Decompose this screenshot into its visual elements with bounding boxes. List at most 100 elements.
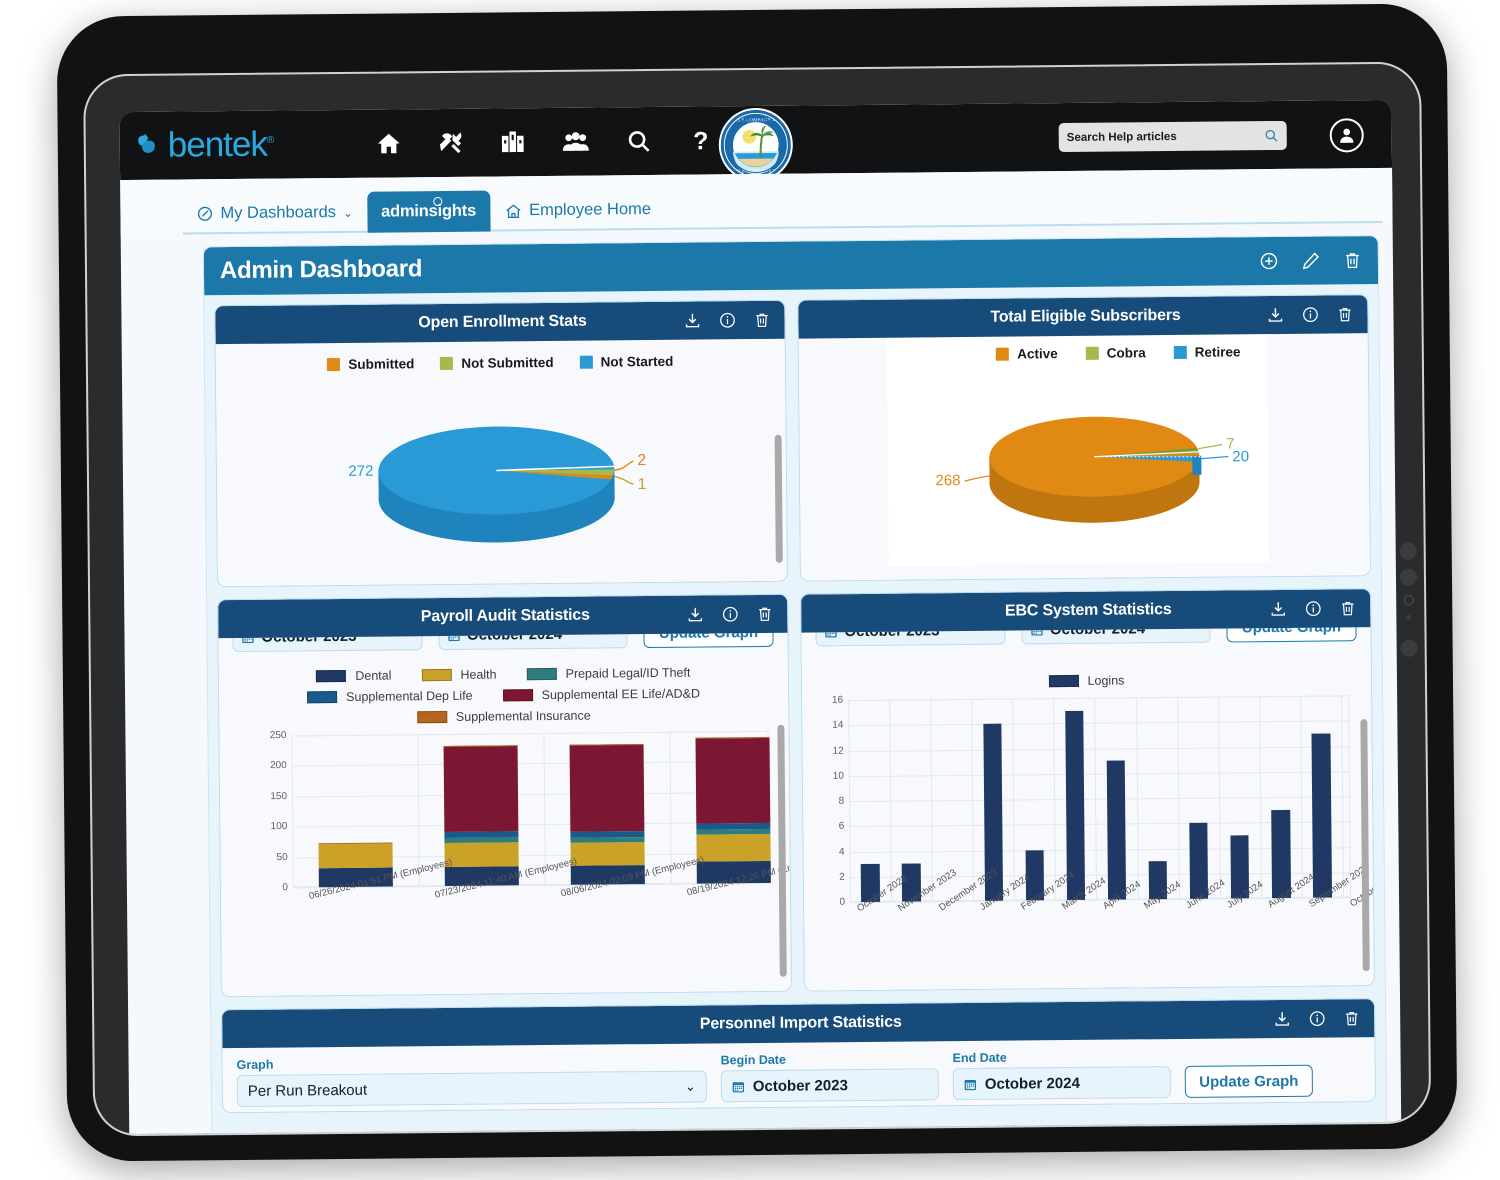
info-icon[interactable] (1304, 600, 1322, 618)
legend-swatch (421, 668, 452, 682)
bar[interactable] (1311, 733, 1332, 898)
bar-segment[interactable] (570, 744, 644, 832)
legend-item: Prepaid Legal/ID Theft (526, 666, 690, 682)
bar-segment[interactable] (570, 837, 645, 843)
card-scrollbar[interactable] (1360, 719, 1370, 972)
bar-segment[interactable] (444, 745, 518, 832)
trash-icon[interactable] (1339, 599, 1356, 617)
bar-segment[interactable] (695, 737, 770, 825)
card-body: Active Cobra Retiree 268 7 20 (798, 333, 1370, 581)
card-scrollbar[interactable] (777, 724, 787, 977)
bar[interactable] (1106, 760, 1127, 900)
pie-label-submitted: 2 (637, 452, 646, 469)
info-icon[interactable] (721, 605, 739, 623)
card-header: Open Enrollment Stats (215, 300, 785, 345)
legend-label: Not Submitted (461, 354, 554, 371)
trash-icon[interactable] (1343, 1009, 1360, 1027)
download-icon[interactable] (686, 606, 704, 624)
search-icon[interactable] (626, 128, 652, 154)
update-graph-button[interactable]: Update Graph (1184, 1064, 1313, 1098)
graph-selector-group: Graph Per Run Breakout ⌄ (237, 1054, 707, 1108)
bar-segment[interactable] (696, 834, 771, 862)
search-help-box[interactable] (1058, 120, 1287, 153)
bar[interactable] (569, 743, 645, 885)
bar-segment[interactable] (1311, 733, 1332, 898)
bentek-logo[interactable]: bentek® (134, 124, 324, 166)
bar[interactable] (1271, 809, 1291, 899)
y-axis-tick: 14 (832, 719, 844, 732)
end-date-field[interactable]: October 2024 (952, 1066, 1171, 1101)
home-icon[interactable] (376, 130, 402, 156)
bar-segment[interactable] (1271, 809, 1291, 899)
bar-segment[interactable] (444, 842, 519, 868)
download-icon[interactable] (1269, 600, 1287, 618)
legend-label: Active (1017, 346, 1058, 362)
dashboard-tabs: My Dashboards ⌄ adminsights Employee Hom… (120, 167, 1393, 236)
legend-swatch (1085, 346, 1099, 360)
download-icon[interactable] (683, 312, 701, 330)
admin-dashboard-panel: Admin Dashboard Open Enrollment Stats Su… (202, 235, 1388, 1137)
y-axis-tick: 100 (270, 821, 288, 833)
edit-icon[interactable] (1301, 251, 1321, 271)
bar-segment[interactable] (444, 837, 519, 843)
trash-icon[interactable] (756, 605, 773, 623)
bar-segment[interactable] (1106, 760, 1127, 900)
search-input[interactable] (1066, 129, 1264, 144)
user-avatar-button[interactable] (1329, 118, 1364, 153)
begin-date-group: Begin Date October 2023 (720, 1051, 939, 1103)
tools-icon[interactable] (438, 130, 464, 156)
pie-label-retiree: 20 (1232, 448, 1249, 465)
search-magnifier-icon[interactable] (1264, 128, 1279, 143)
tab-adminsights[interactable]: adminsights (366, 190, 491, 233)
tablet-bezel: bentek® ? SAMPLE COMPANY LOGO SAMPLE COM… (83, 61, 1432, 1137)
dashboard-icon (196, 205, 213, 222)
chevron-down-icon[interactable]: ⌄ (685, 1079, 696, 1095)
bar-segment[interactable] (570, 842, 645, 866)
bar-segment[interactable] (318, 843, 393, 869)
update-graph-button[interactable]: Update Graph (643, 632, 774, 649)
bar-segment[interactable] (696, 823, 770, 830)
update-graph-button[interactable]: Update Graph (1226, 627, 1357, 643)
company-seal-logo: SAMPLE COMPANY LOGO SAMPLE COMPANY LOGO (720, 109, 792, 181)
bar-segment[interactable] (570, 830, 644, 838)
chevron-down-icon[interactable]: ⌄ (343, 205, 353, 219)
delete-icon[interactable] (1343, 250, 1362, 270)
card-body: Submitted Not Submitted Not Started 272 … (215, 338, 787, 587)
add-widget-icon[interactable] (1259, 251, 1279, 271)
tab-employee-home-label: Employee Home (528, 200, 652, 220)
card-ebc-system-statistics: EBC System Statistics October 2023 Octob… (800, 588, 1375, 992)
begin-date-field[interactable]: October 2023 (720, 1068, 939, 1103)
bar-segment[interactable] (696, 828, 770, 835)
bar[interactable] (444, 744, 519, 887)
download-icon[interactable] (1273, 1010, 1291, 1028)
tab-my-dashboards[interactable]: My Dashboards ⌄ (182, 192, 367, 235)
info-icon[interactable] (1301, 306, 1319, 324)
bar-segment[interactable] (444, 831, 518, 838)
card-body: October 2023 (218, 632, 791, 997)
trash-icon[interactable] (753, 311, 770, 329)
building-icon[interactable] (500, 129, 526, 155)
open-enrollment-pie: 272 2 1 (216, 368, 787, 548)
y-axis-tick: 6 (838, 820, 845, 832)
people-icon[interactable] (562, 129, 590, 155)
graph-select[interactable]: Per Run Breakout ⌄ (236, 1070, 707, 1108)
legend-swatch (502, 689, 533, 702)
legend-swatch (996, 347, 1010, 361)
help-icon[interactable]: ? (688, 127, 714, 153)
y-axis-tick: 250 (269, 730, 287, 742)
legend-item: Retiree (1173, 344, 1241, 360)
card-title: Payroll Audit Statistics (420, 606, 590, 626)
tab-employee-home[interactable]: Employee Home (490, 189, 665, 232)
trash-icon[interactable] (1336, 305, 1353, 323)
legend-swatch (416, 710, 447, 724)
info-icon[interactable] (718, 311, 736, 329)
card-header: Payroll Audit Statistics (218, 594, 788, 639)
page-title: Admin Dashboard (219, 255, 423, 285)
info-icon[interactable] (1308, 1010, 1326, 1028)
legend-item: Cobra (1085, 345, 1146, 361)
download-icon[interactable] (1266, 306, 1284, 324)
card-scrollbar[interactable] (774, 434, 783, 563)
bar[interactable] (695, 737, 771, 884)
gridline (848, 771, 1350, 777)
legend-label: Cobra (1106, 345, 1146, 361)
